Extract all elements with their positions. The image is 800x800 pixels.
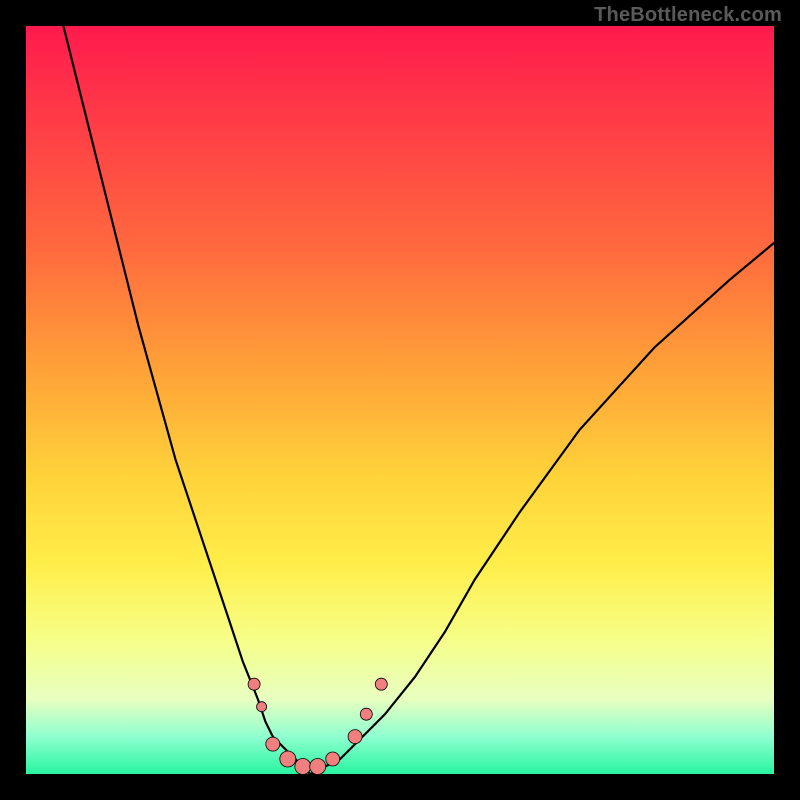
data-marker (348, 730, 362, 744)
data-marker (266, 737, 280, 751)
curve-markers (248, 678, 387, 774)
data-marker (375, 678, 387, 690)
plot-area (26, 26, 774, 774)
data-marker (295, 759, 311, 775)
chart-frame: TheBottleneck.com (0, 0, 800, 800)
curve-svg (26, 26, 774, 774)
series-right-branch (310, 243, 774, 774)
attribution-text: TheBottleneck.com (594, 4, 782, 27)
curve-lines (63, 26, 774, 774)
data-marker (280, 751, 296, 767)
data-marker (248, 678, 260, 690)
data-marker (257, 702, 267, 712)
series-left-branch (63, 26, 310, 774)
data-marker (310, 759, 326, 775)
data-marker (360, 708, 372, 720)
data-marker (326, 752, 340, 766)
